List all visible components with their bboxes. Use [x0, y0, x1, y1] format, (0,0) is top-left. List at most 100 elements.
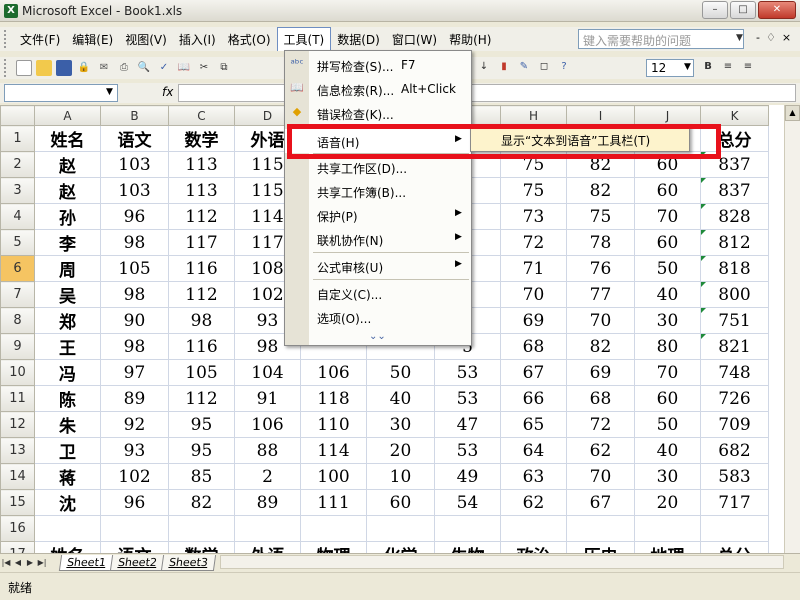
cell[interactable]: 60 — [366, 489, 435, 516]
new-icon[interactable] — [16, 60, 32, 76]
cell[interactable]: 98 — [100, 333, 169, 360]
row-header[interactable]: 5 — [0, 229, 35, 256]
cell[interactable]: 75 — [500, 177, 567, 204]
cell[interactable]: 751 — [700, 307, 769, 334]
cell[interactable]: 85 — [168, 463, 235, 490]
cell[interactable]: 40 — [634, 437, 701, 464]
cell[interactable] — [168, 515, 235, 542]
cell[interactable]: 821 — [700, 333, 769, 360]
cell[interactable] — [366, 515, 435, 542]
menu-file[interactable]: 文件(F) — [14, 28, 66, 51]
row-header[interactable]: 7 — [0, 281, 35, 308]
cell[interactable]: 106 — [234, 411, 301, 438]
cell[interactable]: 837 — [700, 151, 769, 178]
cell[interactable]: 70 — [566, 307, 635, 334]
menu-item-online-collaboration[interactable]: 联机协作(N) ▶ — [285, 227, 471, 251]
cell[interactable]: 98 — [100, 229, 169, 256]
cell[interactable]: 2 — [234, 463, 301, 490]
menu-data[interactable]: 数据(D) — [331, 28, 386, 51]
open-icon[interactable] — [36, 60, 52, 76]
cell[interactable]: 110 — [300, 411, 367, 438]
cell[interactable]: 语文 — [100, 125, 169, 152]
first-sheet-icon[interactable]: |◀ — [0, 558, 12, 567]
cell[interactable]: 800 — [700, 281, 769, 308]
cell[interactable]: 历史 — [566, 540, 635, 553]
sheet-tab-sheet1[interactable]: Sheet1 — [58, 554, 114, 571]
cell[interactable]: 68 — [566, 385, 635, 412]
cell[interactable]: 116 — [168, 333, 235, 360]
menu-item-share-workbook[interactable]: 共享工作簿(B)... — [285, 179, 471, 203]
cell[interactable]: 赵 — [34, 177, 101, 204]
cell[interactable]: 726 — [700, 385, 769, 412]
cell[interactable]: 682 — [700, 437, 769, 464]
cell[interactable]: 80 — [634, 333, 701, 360]
cell[interactable]: 98 — [100, 281, 169, 308]
cell[interactable]: 82 — [566, 333, 635, 360]
cell[interactable]: 92 — [100, 411, 169, 438]
cell[interactable]: 物理 — [300, 540, 367, 553]
cell[interactable]: 69 — [566, 359, 635, 386]
menu-grip-handle[interactable] — [4, 30, 14, 48]
close-icon[interactable]: ✕ — [758, 1, 796, 19]
row-header[interactable]: 17 — [0, 540, 35, 553]
cell[interactable]: 语文 — [100, 540, 169, 553]
cell[interactable]: 朱 — [34, 411, 101, 438]
cell[interactable]: 105 — [100, 255, 169, 282]
cell[interactable]: 111 — [300, 489, 367, 516]
menu-tools[interactable]: 工具(T) — [276, 27, 332, 51]
cell[interactable]: 67 — [566, 489, 635, 516]
column-header[interactable]: H — [500, 105, 567, 126]
cell[interactable]: 72 — [500, 229, 567, 256]
cell[interactable]: 90 — [100, 307, 169, 334]
sheet-tab-sheet3[interactable]: Sheet3 — [160, 554, 216, 571]
cell[interactable]: 89 — [234, 489, 301, 516]
cell[interactable] — [500, 515, 567, 542]
menu-view[interactable]: 视图(V) — [119, 28, 173, 51]
column-header[interactable]: J — [634, 105, 701, 126]
menu-item-spellcheck[interactable]: ᵃᵇᶜ 拼写检查(S)... F7 — [285, 53, 471, 77]
cell[interactable]: 118 — [300, 385, 367, 412]
cell[interactable]: 67 — [500, 359, 567, 386]
cell[interactable]: 30 — [634, 463, 701, 490]
cell[interactable]: 66 — [500, 385, 567, 412]
cell[interactable]: 53 — [434, 359, 501, 386]
name-box[interactable] — [4, 84, 118, 102]
cell[interactable]: 63 — [500, 463, 567, 490]
cell[interactable]: 62 — [566, 437, 635, 464]
cell[interactable]: 96 — [100, 489, 169, 516]
prev-sheet-icon[interactable]: ◀ — [12, 558, 24, 567]
cell[interactable]: 717 — [700, 489, 769, 516]
chevron-down-icon[interactable]: ▼ — [684, 62, 691, 72]
cell[interactable]: 88 — [234, 437, 301, 464]
cell[interactable]: 818 — [700, 255, 769, 282]
cell[interactable] — [566, 515, 635, 542]
cell[interactable]: 828 — [700, 203, 769, 230]
bold-icon[interactable]: B — [700, 59, 716, 75]
row-header[interactable]: 10 — [0, 359, 35, 386]
cell[interactable]: 20 — [366, 437, 435, 464]
cell[interactable] — [234, 515, 301, 542]
drawing-icon[interactable]: ✎ — [516, 59, 532, 75]
cell[interactable]: 77 — [566, 281, 635, 308]
print-preview-icon[interactable]: 🔍 — [136, 60, 152, 76]
cell[interactable] — [100, 515, 169, 542]
row-header[interactable]: 3 — [0, 177, 35, 204]
cell[interactable]: 孙 — [34, 203, 101, 230]
next-sheet-icon[interactable]: ▶ — [24, 558, 36, 567]
cell[interactable]: 54 — [434, 489, 501, 516]
vertical-scrollbar[interactable]: ▲ — [784, 105, 800, 553]
row-header[interactable]: 15 — [0, 489, 35, 516]
cell[interactable]: 60 — [634, 385, 701, 412]
scroll-up-icon[interactable]: ▲ — [785, 105, 800, 121]
restore-icon[interactable]: □ — [730, 1, 756, 19]
cell[interactable]: 沈 — [34, 489, 101, 516]
help-search-input[interactable]: 键入需要帮助的问题 — [578, 29, 744, 49]
cell[interactable]: 68 — [500, 333, 567, 360]
help-icon[interactable]: ? — [556, 59, 572, 75]
cell[interactable]: 50 — [634, 255, 701, 282]
cell[interactable]: 外语 — [234, 540, 301, 553]
cell[interactable]: 65 — [500, 411, 567, 438]
menu-item-show-text-to-speech-toolbar[interactable]: 显示“文本到语音”工具栏(T) — [501, 132, 650, 149]
cell[interactable]: 冯 — [34, 359, 101, 386]
column-header[interactable]: B — [100, 105, 169, 126]
